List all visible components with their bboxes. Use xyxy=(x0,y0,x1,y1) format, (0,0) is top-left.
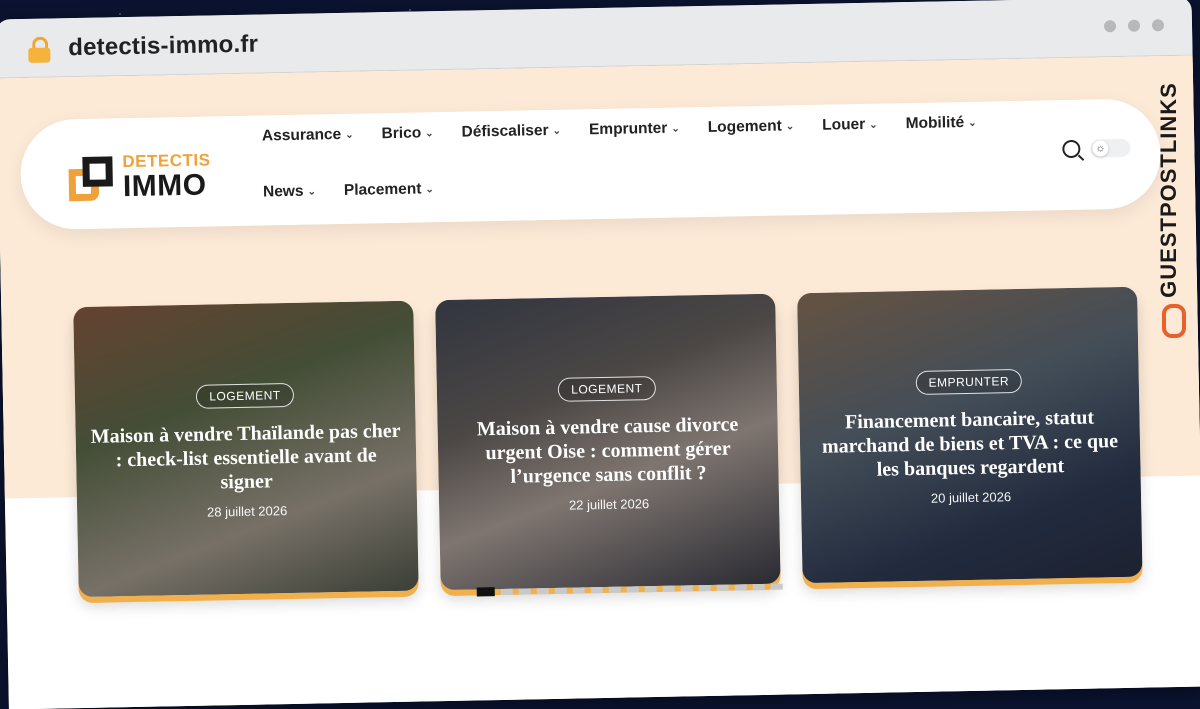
nav-label: Mobilité xyxy=(905,114,965,133)
nav-label: Brico xyxy=(381,124,422,143)
pager-dot[interactable] xyxy=(626,585,639,593)
address-bar[interactable]: detectis-immo.fr xyxy=(68,31,258,63)
nav-item-placement[interactable]: Placement ⌄ xyxy=(344,180,434,200)
link-icon xyxy=(1162,304,1186,338)
nav-item-mobilite[interactable]: Mobilité ⌄ xyxy=(905,114,976,133)
pager-dot[interactable] xyxy=(680,584,693,592)
nav-item-defiscaliser[interactable]: Défiscaliser ⌄ xyxy=(461,122,561,142)
category-badge[interactable]: LOGEMENT xyxy=(196,382,294,409)
watermark-text: GUESTPOSTLINKS xyxy=(1156,82,1181,298)
pager-dot[interactable] xyxy=(716,584,729,591)
slide-title[interactable]: Financement bancaire, statut marchand de… xyxy=(813,405,1126,483)
chevron-down-icon: ⌄ xyxy=(869,119,878,131)
nav-label: Assurance xyxy=(261,125,342,145)
slide-card[interactable]: LOGEMENT Maison à vendre Thaïlande pas c… xyxy=(73,300,419,598)
web-page: DETECTIS IMMO Assurance ⌄ Brico ⌄ Défiscal… xyxy=(0,55,1200,709)
chevron-down-icon: ⌄ xyxy=(968,117,977,129)
main-nav: Assurance ⌄ Brico ⌄ Défiscaliser ⌄ Emprunte… xyxy=(262,112,1053,201)
guestpostlinks-watermark: GUESTPOSTLINKS xyxy=(1154,52,1192,352)
pager-dot[interactable] xyxy=(572,586,585,594)
pager-dot[interactable] xyxy=(644,585,657,592)
slide-content: LOGEMENT Maison à vendre cause divorce u… xyxy=(437,374,780,516)
pager-dot[interactable] xyxy=(770,583,783,590)
nav-item-assurance[interactable]: Assurance ⌄ xyxy=(262,126,354,146)
window-controls xyxy=(1103,19,1165,33)
window-dot-icon[interactable] xyxy=(1151,19,1165,32)
nav-label: Louer xyxy=(822,115,866,134)
slide-content: LOGEMENT Maison à vendre Thaïlande pas c… xyxy=(75,381,418,523)
nav-item-news[interactable]: News ⌄ xyxy=(263,182,316,201)
slide-card[interactable]: EMPRUNTER Financement bancaire, statut m… xyxy=(797,286,1143,584)
nav-item-emprunter[interactable]: Emprunter ⌄ xyxy=(589,119,680,139)
slide-title[interactable]: Maison à vendre cause divorce urgent Ois… xyxy=(451,412,764,490)
sun-icon: ☼ xyxy=(1092,140,1109,157)
nav-item-louer[interactable]: Louer ⌄ xyxy=(822,116,878,135)
pager-dot-active[interactable] xyxy=(476,587,495,597)
site-header: DETECTIS IMMO Assurance ⌄ Brico ⌄ Défiscal… xyxy=(19,98,1162,231)
lock-icon xyxy=(28,36,51,63)
featured-slider: LOGEMENT Maison à vendre Thaïlande pas c… xyxy=(73,286,1149,617)
nav-item-brico[interactable]: Brico ⌄ xyxy=(381,124,433,143)
pager-dot[interactable] xyxy=(698,584,711,591)
nav-item-logement[interactable]: Logement ⌄ xyxy=(708,117,795,137)
window-dot-icon[interactable] xyxy=(1127,19,1141,32)
nav-label: Emprunter xyxy=(588,119,668,139)
nav-label: Logement xyxy=(707,117,782,136)
chevron-down-icon: ⌄ xyxy=(671,122,680,135)
pager-dot[interactable] xyxy=(518,587,531,595)
chevron-down-icon: ⌄ xyxy=(552,125,562,137)
logo-text-bottom: IMMO xyxy=(122,168,207,204)
nav-label: Défiscaliser xyxy=(461,121,549,141)
header-tools: ☼ xyxy=(1062,138,1131,159)
slide-content: EMPRUNTER Financement bancaire, statut m… xyxy=(799,367,1142,509)
pager-dot[interactable] xyxy=(554,587,567,594)
search-icon[interactable] xyxy=(1062,139,1081,159)
chevron-down-icon: ⌄ xyxy=(345,129,354,141)
pager-dot[interactable] xyxy=(536,587,549,594)
nav-label: Placement xyxy=(343,180,422,199)
pager-dot[interactable] xyxy=(590,586,603,593)
logo-mark-icon xyxy=(68,156,113,202)
category-badge[interactable]: EMPRUNTER xyxy=(915,368,1023,395)
pager-dot[interactable] xyxy=(752,583,765,590)
chevron-down-icon: ⌄ xyxy=(307,185,317,198)
chevron-down-icon: ⌄ xyxy=(785,120,795,132)
chevron-down-icon: ⌄ xyxy=(425,127,434,139)
category-badge[interactable]: LOGEMENT xyxy=(557,375,656,402)
pager-dot[interactable] xyxy=(608,586,621,593)
site-logo[interactable]: DETECTIS IMMO xyxy=(68,145,211,208)
pager-dot[interactable] xyxy=(734,583,747,590)
slide-title[interactable]: Maison à vendre Thaïlande pas cher : che… xyxy=(89,419,402,497)
browser-window: detectis-immo.fr DETECTIS IMMO Assurance… xyxy=(0,0,1200,709)
dark-mode-toggle[interactable]: ☼ xyxy=(1090,138,1131,158)
nav-label: News xyxy=(262,182,304,201)
window-dot-icon[interactable] xyxy=(1103,20,1117,33)
pager-dot[interactable] xyxy=(662,585,675,592)
slide-card[interactable]: LOGEMENT Maison à vendre cause divorce u… xyxy=(435,293,781,591)
pager-dot[interactable] xyxy=(500,588,513,595)
chevron-down-icon: ⌄ xyxy=(425,183,434,195)
